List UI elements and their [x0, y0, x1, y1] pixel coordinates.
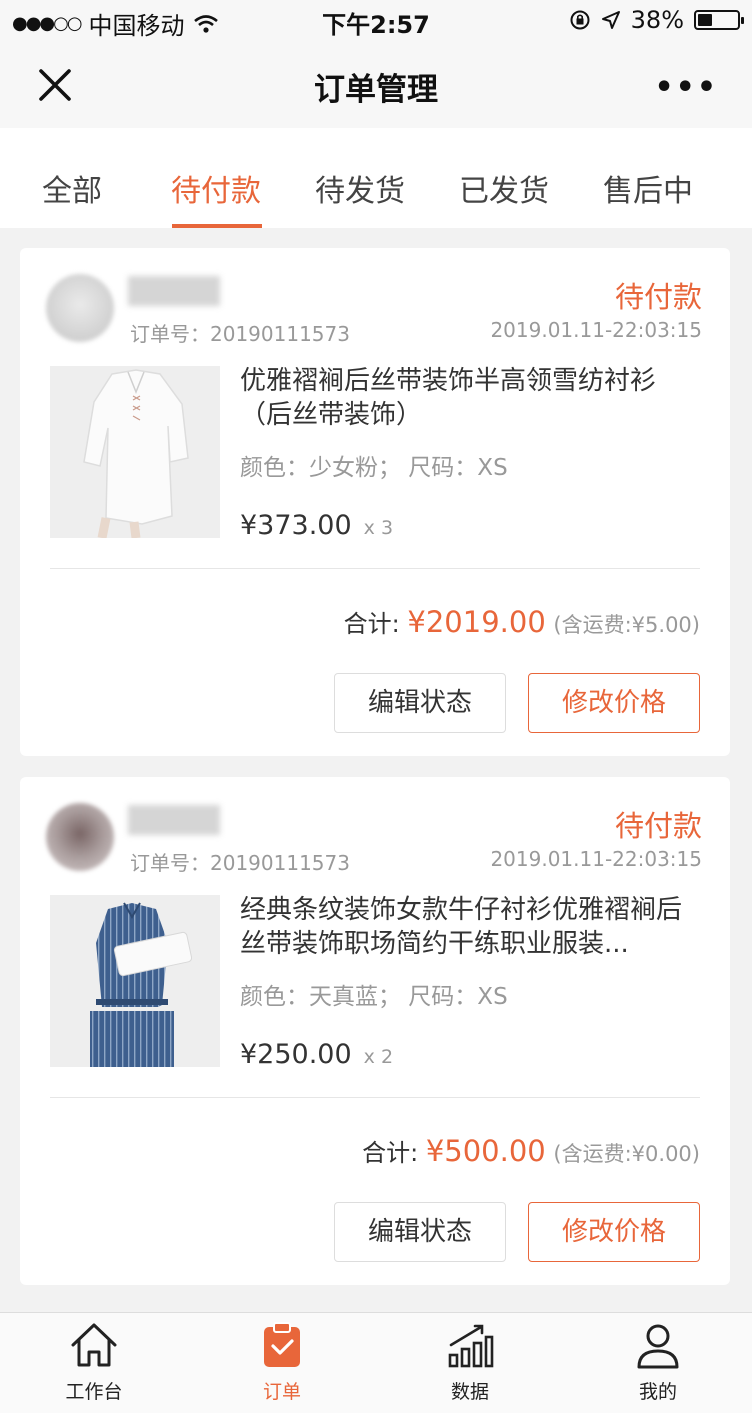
- bottom-tab-bar: 工作台 订单 数据 我的: [0, 1312, 752, 1413]
- unit-price: ¥250.00: [240, 1039, 352, 1070]
- total-amount: ¥2019.00: [407, 605, 546, 639]
- product-price-row: ¥373.00 x 3: [240, 510, 393, 541]
- product-title[interactable]: 优雅褶裥后丝带装饰半高领雪纺衬衫（后丝带装饰）: [240, 364, 700, 432]
- order-datetime: 2019.01.11-22:03:15: [490, 847, 702, 871]
- denim-shirt-image: [50, 895, 220, 1067]
- order-card[interactable]: 订单号：20190111573 待付款 2019.01.11-22:03:15 …: [20, 248, 730, 756]
- modify-price-button[interactable]: 修改价格: [528, 673, 700, 733]
- shipping-fee: (含运费:¥5.00): [553, 613, 700, 637]
- order-status: 待付款: [614, 280, 702, 314]
- total-amount: ¥500.00: [425, 1134, 546, 1168]
- shipping-fee: (含运费:¥0.00): [553, 1142, 700, 1166]
- nav-item-orders[interactable]: 订单: [188, 1313, 376, 1413]
- customer-name-blurred: [128, 276, 220, 306]
- avatar: [46, 803, 114, 871]
- page-title: 订单管理: [314, 72, 438, 108]
- total-label: 合计:: [362, 1139, 419, 1167]
- nav-item-data[interactable]: 数据: [376, 1313, 564, 1413]
- modify-price-button[interactable]: 修改价格: [528, 1202, 700, 1262]
- edit-status-button[interactable]: 编辑状态: [334, 1202, 506, 1262]
- order-status: 待付款: [614, 809, 702, 843]
- clipboard-check-icon: [264, 1322, 300, 1367]
- product-price-row: ¥250.00 x 2: [240, 1039, 393, 1070]
- order-datetime: 2019.01.11-22:03:15: [490, 318, 702, 342]
- nav-label: 我的: [638, 1381, 677, 1403]
- nav-label: 数据: [450, 1381, 489, 1403]
- tab-shipped[interactable]: 已发货: [432, 128, 576, 228]
- unit-price: ¥373.00: [240, 510, 352, 541]
- status-bar: ●●●○○ 中国移动 下午2:57 38%: [0, 0, 752, 40]
- product-thumbnail[interactable]: [50, 895, 220, 1067]
- status-right: 38%: [569, 6, 744, 34]
- nav-label: 工作台: [65, 1381, 123, 1403]
- product-title[interactable]: 经典条纹装饰女款牛仔衬衫优雅褶裥后丝带装饰职场简约干练职业服装...: [240, 893, 700, 961]
- orientation-lock-icon: [570, 10, 590, 30]
- divider: [50, 568, 700, 569]
- battery-level: [698, 14, 713, 26]
- home-icon: [71, 1323, 117, 1367]
- order-status-tabs: 全部 待付款 待发货 已发货 售后中: [0, 128, 752, 228]
- order-total: 合计: ¥2019.00 (含运费:¥5.00): [344, 604, 700, 639]
- white-shirt-image: [50, 366, 220, 538]
- tab-after-sales[interactable]: 售后中: [576, 128, 720, 228]
- product-attributes: 颜色：天真蓝； 尺码：XS: [240, 984, 508, 1010]
- edit-status-button[interactable]: 编辑状态: [334, 673, 506, 733]
- more-options-icon[interactable]: •••: [654, 70, 718, 105]
- product-thumbnail[interactable]: [50, 366, 220, 538]
- order-total: 合计: ¥500.00 (含运费:¥0.00): [362, 1133, 700, 1168]
- user-icon: [637, 1324, 679, 1369]
- order-number: 订单号：20190111573: [130, 851, 350, 875]
- order-number: 订单号：20190111573: [130, 322, 350, 346]
- product-attributes: 颜色：少女粉； 尺码：XS: [240, 455, 508, 481]
- tab-pending-shipment[interactable]: 待发货: [288, 128, 432, 228]
- nav-bar: 订单管理 •••: [0, 40, 752, 128]
- tab-pending-payment[interactable]: 待付款: [144, 128, 288, 228]
- nav-label: 订单: [262, 1381, 301, 1403]
- bar-chart-icon: [448, 1324, 494, 1368]
- quantity: x 2: [363, 1046, 394, 1068]
- battery-icon: [694, 10, 744, 30]
- tab-all[interactable]: 全部: [0, 128, 144, 228]
- battery-percent: 38%: [630, 6, 684, 34]
- location-icon: [601, 11, 620, 29]
- total-label: 合计:: [343, 610, 400, 638]
- divider: [50, 1097, 700, 1098]
- order-card[interactable]: 订单号：20190111573 待付款 2019.01.11-22:03:15 …: [20, 777, 730, 1285]
- customer-name-blurred: [128, 805, 220, 835]
- avatar: [46, 274, 114, 342]
- nav-item-me[interactable]: 我的: [564, 1313, 752, 1413]
- quantity: x 3: [363, 517, 394, 539]
- nav-item-workbench[interactable]: 工作台: [0, 1313, 188, 1413]
